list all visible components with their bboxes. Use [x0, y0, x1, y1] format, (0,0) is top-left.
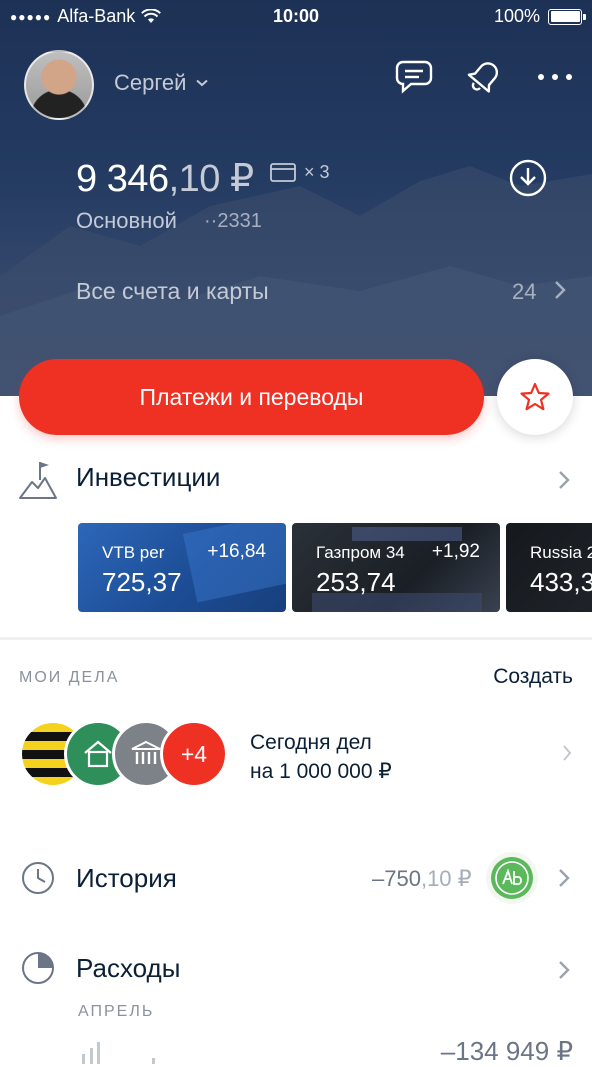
all-accounts-count: 24	[512, 279, 537, 304]
investment-tile[interactable]: Газпром 34 +1,92 253,74	[292, 523, 500, 612]
account-number: ··2331	[204, 210, 262, 232]
expenses-title: Расходы	[76, 953, 181, 983]
more-menu-button[interactable]	[534, 56, 576, 98]
cards-count: × 3	[304, 162, 330, 182]
cards-indicator[interactable]: × 3	[270, 162, 330, 183]
chevron-right-icon[interactable]	[558, 470, 570, 490]
tasks-summary-line2: на 1 000 000 ₽	[250, 760, 392, 783]
tile-price: 253,74	[316, 567, 396, 597]
history-title: История	[76, 863, 177, 893]
download-icon[interactable]	[508, 158, 548, 198]
section-divider	[0, 637, 592, 640]
history-amount-main: –750	[372, 866, 421, 891]
account-name: Основной	[76, 208, 177, 233]
chevron-right-icon	[555, 281, 566, 299]
tasks-caption: МОИ ДЕЛА	[19, 669, 120, 686]
tile-change: +16,84	[207, 541, 266, 562]
create-task-button[interactable]: Создать	[493, 665, 573, 689]
tile-price: 433,3	[530, 567, 592, 597]
investment-tile[interactable]: Russia 2 433,3	[506, 523, 592, 612]
status-bar: ●●●●● Alfa-Bank 10:00 100%	[0, 0, 592, 34]
tile-price: 725,37	[102, 567, 182, 597]
tile-name: Russia 2	[530, 543, 592, 562]
balance-kopecks: ,10 ₽	[168, 158, 255, 200]
profile-name: Сергей	[114, 70, 187, 95]
tasks-summary-line1: Сегодня дел	[250, 731, 372, 754]
star-icon	[520, 382, 550, 411]
chat-button[interactable]	[394, 56, 436, 98]
more-tasks-badge: +4	[160, 720, 228, 788]
card-icon	[270, 163, 296, 182]
tile-name: VTB per	[102, 543, 165, 562]
history-last-amount: –750,10 ₽	[372, 866, 472, 892]
battery-icon	[548, 8, 586, 25]
expenses-month: АПРЕЛЬ	[78, 1003, 155, 1020]
pie-chart-icon	[22, 952, 54, 984]
chat-icon	[395, 60, 433, 94]
expenses-mini-chart	[82, 1042, 155, 1064]
bell-icon	[467, 62, 499, 93]
investment-tiles: VTB per +16,84 725,37 Газпром 34 +1,92 2…	[78, 523, 592, 612]
more-dots-icon	[538, 74, 572, 80]
investments-title[interactable]: Инвестиции	[76, 462, 220, 493]
mountain-flag-icon	[19, 462, 57, 499]
notifications-button[interactable]	[463, 56, 505, 98]
all-accounts-label: Все счета и карты	[76, 278, 269, 304]
account-header: ●●●●● Alfa-Bank 10:00 100% Сергей 9 346,…	[0, 0, 592, 396]
investment-tile[interactable]: VTB per +16,84 725,37	[78, 523, 286, 612]
chevron-right-icon	[559, 869, 570, 887]
clock-icon	[22, 862, 54, 894]
tile-name: Газпром 34	[316, 543, 405, 562]
chevron-right-icon	[559, 961, 570, 979]
tile-change: +1,92	[431, 541, 480, 562]
chevron-right-icon	[563, 745, 572, 761]
profile-switcher[interactable]: Сергей	[114, 70, 209, 96]
balance-main: 9 346	[76, 158, 169, 200]
history-amount-kopecks: ,10 ₽	[420, 866, 472, 891]
chevron-down-icon	[196, 79, 209, 87]
account-balance[interactable]: 9 346,10 ₽	[76, 156, 254, 201]
favorites-button[interactable]	[497, 359, 573, 435]
expenses-amount: –134 949 ₽	[440, 1036, 573, 1066]
payments-button[interactable]: Платежи и переводы	[19, 359, 484, 435]
battery-percent: 100%	[493, 6, 540, 26]
tasks-summary: Сегодня дел на 1 000 000 ₽	[250, 728, 392, 786]
avatar[interactable]	[24, 50, 94, 120]
merchant-logo	[486, 852, 538, 904]
